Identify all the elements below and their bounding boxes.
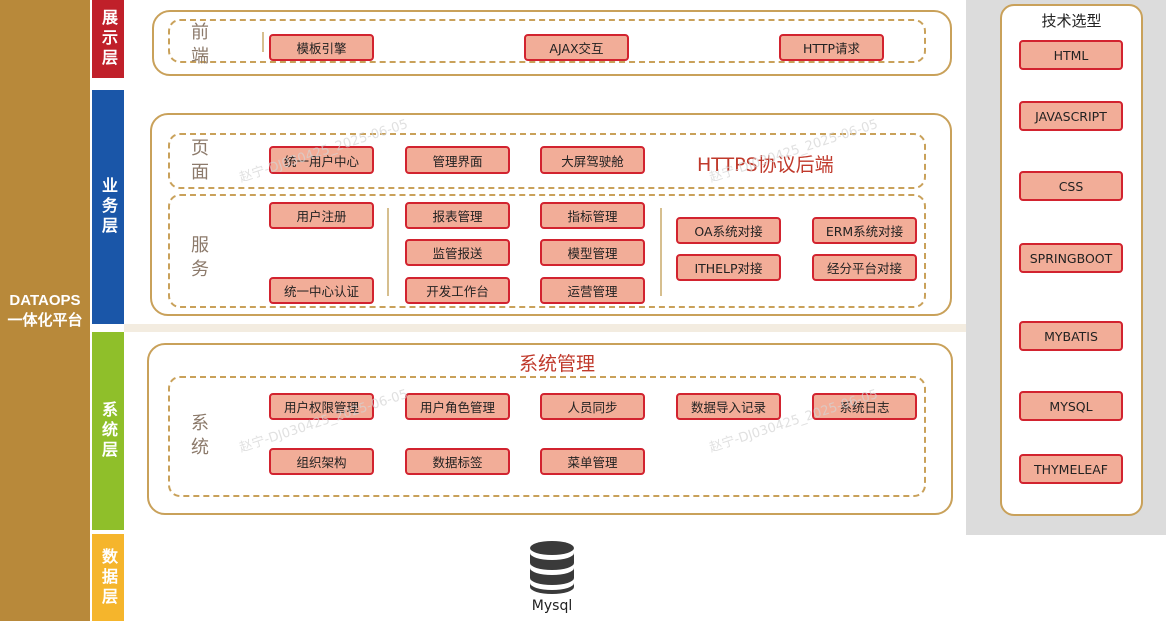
tech-item: CSS bbox=[1019, 171, 1123, 201]
layer-business: 业务层 bbox=[92, 90, 124, 324]
system-label: 系统 bbox=[191, 413, 209, 458]
frontend-item: 模板引擎 bbox=[269, 34, 374, 61]
platform-subtitle: 一体化平台 bbox=[7, 311, 83, 329]
pages-label: 页面 bbox=[191, 138, 209, 183]
platform-name: DATAOPS bbox=[9, 291, 81, 309]
layer-system: 系统层 bbox=[92, 332, 124, 530]
page-item: 管理界面 bbox=[405, 146, 510, 174]
system-item: 数据导入记录 bbox=[676, 393, 781, 420]
layer-divider bbox=[124, 324, 966, 332]
platform-sidebar: DATAOPS 一体化平台 bbox=[0, 0, 90, 621]
layer-data: 数据层 bbox=[92, 534, 124, 621]
system-item: 菜单管理 bbox=[540, 448, 645, 475]
system-item: 用户角色管理 bbox=[405, 393, 510, 420]
tech-item: HTML bbox=[1019, 40, 1123, 70]
service-item: 统一中心认证 bbox=[269, 277, 374, 304]
layer-display: 展示层 bbox=[92, 0, 124, 78]
frontend-label: 前端 bbox=[191, 22, 209, 67]
tech-item: JAVASCRIPT bbox=[1019, 101, 1123, 131]
service-item: ERM系统对接 bbox=[812, 217, 917, 244]
database-label: Mysql bbox=[531, 598, 573, 614]
service-item: 运营管理 bbox=[540, 277, 645, 304]
services-separator bbox=[387, 208, 389, 296]
service-item: 模型管理 bbox=[540, 239, 645, 266]
tech-item: MYBATIS bbox=[1019, 321, 1123, 351]
service-item: 指标管理 bbox=[540, 202, 645, 229]
tech-item: THYMELEAF bbox=[1019, 454, 1123, 484]
frontend-item: AJAX交互 bbox=[524, 34, 629, 61]
tech-item: MYSQL bbox=[1019, 391, 1123, 421]
services-separator bbox=[660, 208, 662, 296]
database-icon bbox=[527, 539, 577, 595]
service-item: 监管报送 bbox=[405, 239, 510, 266]
system-item: 数据标签 bbox=[405, 448, 510, 475]
service-item: 报表管理 bbox=[405, 202, 510, 229]
system-item: 人员同步 bbox=[540, 393, 645, 420]
service-item: 经分平台对接 bbox=[812, 254, 917, 281]
service-item: 用户注册 bbox=[269, 202, 374, 229]
page-item: 大屏驾驶舱 bbox=[540, 146, 645, 174]
service-item: 开发工作台 bbox=[405, 277, 510, 304]
tech-title: 技术选型 bbox=[1041, 12, 1102, 30]
system-title: 系统管理 bbox=[519, 353, 596, 375]
system-item: 组织架构 bbox=[269, 448, 374, 475]
frontend-item: HTTP请求 bbox=[779, 34, 884, 61]
tech-item: SPRINGBOOT bbox=[1019, 243, 1123, 273]
services-label: 服务 bbox=[191, 235, 209, 280]
service-item: ITHELP对接 bbox=[676, 254, 781, 281]
service-item: OA系统对接 bbox=[676, 217, 781, 244]
frontend-separator bbox=[262, 32, 264, 52]
